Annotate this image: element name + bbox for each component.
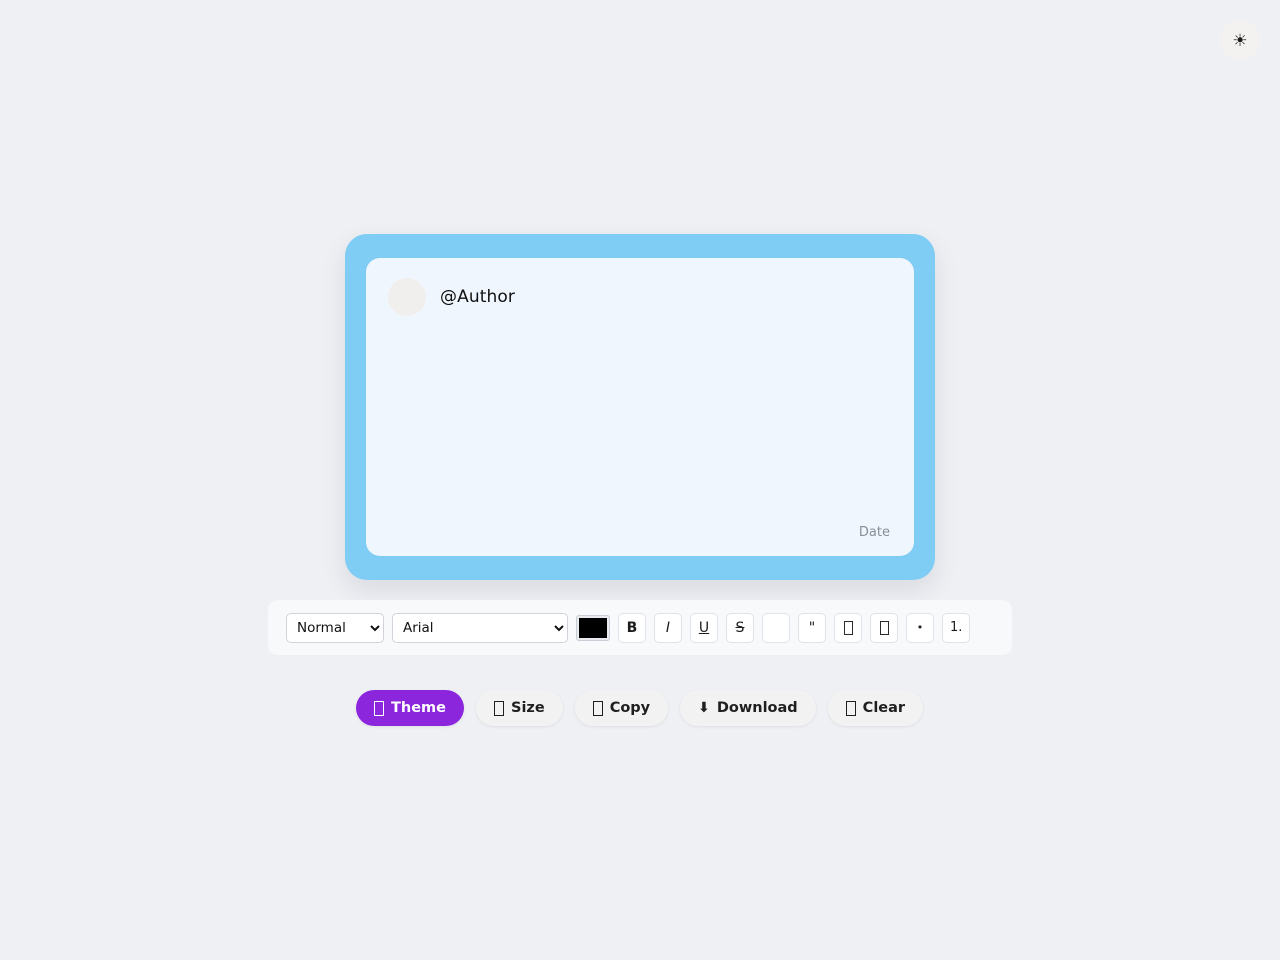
download-button[interactable]: ⬇ Download (680, 690, 816, 726)
card-inner: @Author Date (366, 258, 914, 556)
text-color-picker[interactable] (576, 614, 610, 641)
copy-button-label: Copy (609, 700, 651, 716)
image-icon (879, 620, 889, 635)
heading-select[interactable]: Normal (286, 612, 384, 643)
card-header: @Author (388, 278, 892, 316)
clear-button[interactable]: Clear (827, 690, 924, 726)
font-family-select[interactable]: Arial (392, 612, 568, 643)
code-button[interactable] (834, 612, 862, 643)
card-body-text[interactable] (388, 316, 892, 525)
link-button[interactable] (762, 612, 790, 643)
clear-button-label: Clear (862, 700, 906, 716)
author-name[interactable]: @Author (440, 287, 515, 307)
card-date[interactable]: Date (388, 525, 892, 542)
theme-toggle-button[interactable]: ☀ (1220, 20, 1260, 60)
resize-icon (494, 700, 504, 716)
size-button[interactable]: Size (476, 690, 563, 726)
bold-button[interactable]: B (618, 612, 646, 643)
format-toolbar: Normal Arial B I U S " • 1. (268, 600, 1012, 655)
code-icon (843, 620, 853, 635)
sun-icon: ☀ (1232, 30, 1248, 50)
palette-icon (374, 700, 384, 716)
action-button-row: Theme Size Copy ⬇ Download Clear (356, 690, 924, 726)
italic-button[interactable]: I (654, 612, 682, 643)
theme-button[interactable]: Theme (356, 690, 464, 726)
quote-button[interactable]: " (798, 612, 826, 643)
color-swatch (579, 617, 607, 638)
size-button-label: Size (511, 700, 545, 716)
underline-button[interactable]: U (690, 612, 718, 643)
image-button[interactable] (870, 612, 898, 643)
bullet-list-button[interactable]: • (906, 612, 934, 643)
download-button-label: Download (716, 700, 798, 716)
card-frame: @Author Date (345, 234, 935, 580)
trash-icon (845, 700, 856, 716)
app-root: ☀ @Author Date Normal Arial B I U S " • … (0, 0, 1280, 960)
download-arrow-icon: ⬇ (698, 700, 710, 716)
copy-button[interactable]: Copy (574, 690, 669, 726)
theme-button-label: Theme (391, 700, 446, 716)
avatar[interactable] (388, 278, 426, 316)
clipboard-icon (592, 700, 603, 716)
quote-card: @Author Date (345, 234, 935, 580)
numbered-list-button[interactable]: 1. (942, 612, 971, 643)
strikethrough-button[interactable]: S (726, 612, 754, 643)
